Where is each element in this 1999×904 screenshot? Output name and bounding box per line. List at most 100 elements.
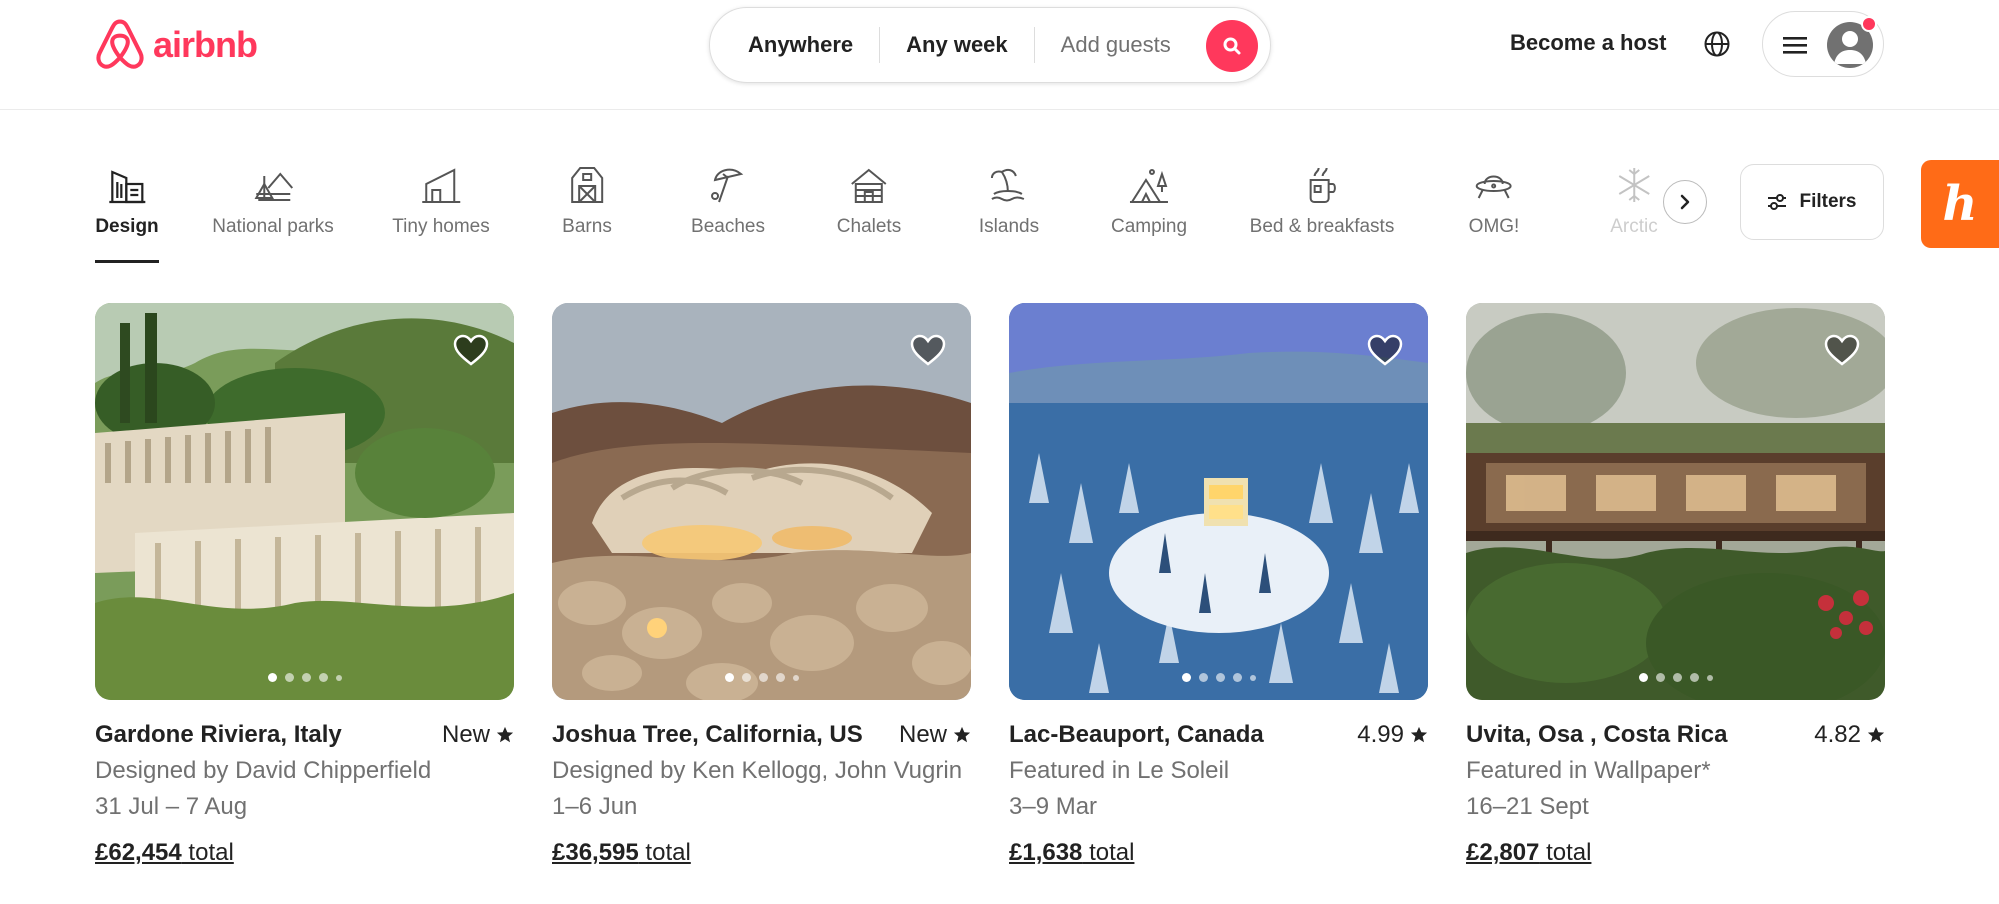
search-button[interactable] xyxy=(1206,20,1258,72)
logo-text: airbnb xyxy=(153,24,258,65)
heart-icon[interactable] xyxy=(909,333,947,367)
listing-dates: 3–9 Mar xyxy=(1009,793,1098,820)
heart-icon[interactable] xyxy=(1366,333,1404,367)
search-bar[interactable]: Anywhere Any week Add guests xyxy=(709,7,1271,83)
notification-dot xyxy=(1861,16,1877,32)
heart-icon[interactable] xyxy=(1823,333,1861,367)
listing-subtitle: Featured in Le Soleil xyxy=(1009,757,1230,784)
snowflake-icon xyxy=(1618,168,1650,202)
price-suffix: total xyxy=(638,839,691,866)
listing-photo[interactable] xyxy=(1466,303,1885,700)
price-amount: £2,807 xyxy=(1466,839,1540,866)
design-icon xyxy=(108,170,145,204)
search-add-guests[interactable]: Add guests xyxy=(1035,32,1197,58)
category-bed-and-breakfasts[interactable]: Bed & breakfasts xyxy=(1249,164,1395,238)
category-arctic[interactable]: Arctic xyxy=(1610,164,1658,238)
category-national-parks[interactable]: National parks xyxy=(212,164,334,238)
listing-photo[interactable] xyxy=(1009,303,1428,700)
category-label: Islands xyxy=(978,216,1040,237)
listing-photo[interactable] xyxy=(552,303,971,700)
category-label: Design xyxy=(95,216,159,237)
category-label: National parks xyxy=(212,216,334,237)
category-beaches[interactable]: Beaches xyxy=(691,164,765,238)
listing-card[interactable]: Lac-Beauport, Canada 4.99 Featured in Le… xyxy=(1009,303,1428,867)
listing-dates: 1–6 Jun xyxy=(552,793,638,820)
hamburger-menu-icon xyxy=(1783,37,1807,54)
search-anywhere[interactable]: Anywhere xyxy=(710,32,879,58)
listing-price[interactable]: £1,638 total xyxy=(1009,839,1428,867)
listing-dates: 16–21 Sept xyxy=(1466,793,1589,820)
category-label: Bed & breakfasts xyxy=(1249,216,1395,237)
category-label: Chalets xyxy=(836,216,902,237)
tiny-home-icon xyxy=(422,168,460,203)
price-suffix: total xyxy=(181,839,234,866)
beach-umbrella-icon xyxy=(710,168,744,203)
listing-rating: 4.82 xyxy=(1814,721,1885,749)
category-islands[interactable]: Islands xyxy=(979,164,1039,238)
rating-value: New xyxy=(441,721,490,748)
top-header: airbnb Anywhere Any week Add guests Beco… xyxy=(0,0,1999,110)
listing-card[interactable]: Gardone Riviera, Italy New Designed by D… xyxy=(95,303,514,867)
category-label: OMG! xyxy=(1468,216,1520,237)
filter-sliders-icon xyxy=(1768,194,1787,210)
listing-rating: 4.99 xyxy=(1357,721,1428,749)
category-label: Camping xyxy=(1110,216,1188,237)
category-barns[interactable]: Barns xyxy=(562,164,612,238)
barn-icon xyxy=(570,167,603,203)
honey-extension-button[interactable]: h xyxy=(1921,160,1999,248)
photo-carousel-dots xyxy=(267,673,342,682)
rating-value: 4.82 xyxy=(1814,721,1861,748)
island-icon xyxy=(990,168,1025,202)
listing-location: Joshua Tree, California, US xyxy=(552,721,863,748)
coffee-icon xyxy=(1309,167,1337,203)
category-label: Tiny homes xyxy=(392,216,490,237)
category-chalets[interactable]: Chalets xyxy=(837,164,901,238)
category-bar: Design National parks Tiny homes Barns B… xyxy=(0,150,1999,270)
price-amount: £36,595 xyxy=(552,839,639,866)
price-amount: £1,638 xyxy=(1009,839,1083,866)
rating-value: 4.99 xyxy=(1357,721,1404,748)
category-label: Beaches xyxy=(691,216,765,237)
star-icon xyxy=(1410,726,1428,743)
category-label: Arctic xyxy=(1610,216,1658,237)
listing-subtitle: Designed by David Chipperfield xyxy=(95,757,432,784)
filters-label: Filters xyxy=(1799,191,1857,212)
category-omg[interactable]: OMG! xyxy=(1468,164,1520,238)
search-any-week[interactable]: Any week xyxy=(880,32,1034,58)
listing-card[interactable]: Joshua Tree, California, US New Designed… xyxy=(552,303,971,867)
listing-price[interactable]: £62,454 total xyxy=(95,839,514,867)
filters-button[interactable]: Filters xyxy=(1740,164,1884,240)
listing-location: Lac-Beauport, Canada xyxy=(1009,721,1264,748)
listing-price[interactable]: £2,807 total xyxy=(1466,839,1885,867)
listing-location: Uvita, Osa , Costa Rica xyxy=(1466,721,1728,748)
active-category-underline xyxy=(95,260,159,263)
price-suffix: total xyxy=(1539,839,1592,866)
listing-card[interactable]: Uvita, Osa , Costa Rica 4.82 Featured in… xyxy=(1466,303,1885,867)
search-icon xyxy=(1223,37,1241,55)
airbnb-logo[interactable]: airbnb xyxy=(95,18,258,72)
category-camping[interactable]: Camping xyxy=(1111,164,1187,238)
price-suffix: total xyxy=(1082,839,1135,866)
heart-icon[interactable] xyxy=(452,333,490,367)
camping-icon xyxy=(1129,169,1168,203)
listing-photo[interactable] xyxy=(95,303,514,700)
category-tiny-homes[interactable]: Tiny homes xyxy=(392,164,490,238)
ufo-icon xyxy=(1475,175,1512,199)
chevron-right-icon xyxy=(1680,194,1690,210)
photo-carousel-dots xyxy=(724,673,799,682)
photo-carousel-dots xyxy=(1181,673,1256,682)
star-icon xyxy=(496,726,514,743)
listing-price[interactable]: £36,595 total xyxy=(552,839,971,867)
category-design[interactable]: Design xyxy=(95,164,159,238)
listing-subtitle: Featured in Wallpaper* xyxy=(1466,757,1711,784)
user-menu-button[interactable] xyxy=(1762,11,1884,77)
globe-icon[interactable] xyxy=(1703,30,1731,58)
listing-rating: New xyxy=(442,721,514,749)
star-icon xyxy=(953,726,971,743)
rating-value: New xyxy=(898,721,947,748)
chalet-icon xyxy=(851,168,887,203)
national-parks-icon xyxy=(254,172,293,201)
become-a-host-link[interactable]: Become a host xyxy=(1510,30,1667,56)
category-next-button[interactable] xyxy=(1663,180,1707,224)
star-icon xyxy=(1867,726,1885,743)
